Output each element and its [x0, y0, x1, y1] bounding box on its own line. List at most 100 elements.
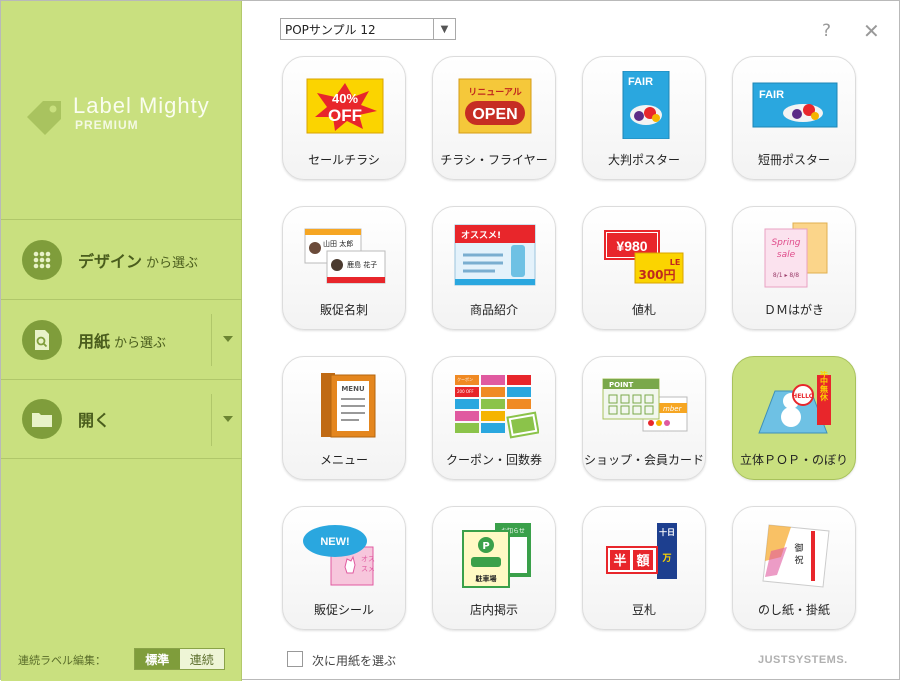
price-tag-icon: ¥980 LE 300円 — [604, 230, 684, 284]
svg-text:御: 御 — [794, 542, 803, 554]
tile-caption: 値札 — [631, 303, 656, 317]
tile-sticker[interactable]: オス スメ NEW! 販促シール — [282, 506, 406, 630]
store-notice-icon: お知らせ P 駐車場 — [462, 523, 531, 588]
sidebar: Label Mighty PREMIUM デザイン から選ぶ 用紙 から選ぶ 開… — [1, 1, 242, 681]
product-intro-icon: オススメ! — [454, 224, 536, 286]
chevron-down-icon[interactable]: ▼ — [433, 19, 455, 39]
nav-open[interactable]: 開く — [1, 379, 242, 459]
close-button[interactable]: ✕ — [863, 19, 880, 43]
nav-paper-divider — [211, 314, 212, 366]
tile-member-card[interactable]: mber POINT ショップ・会員カード — [582, 356, 706, 480]
svg-text:リニューアル: リニューアル — [468, 87, 522, 98]
svg-text:OPEN: OPEN — [472, 106, 517, 123]
svg-text:Spring: Spring — [771, 238, 800, 248]
svg-text:スメ: スメ — [361, 565, 375, 573]
paper-search-icon — [22, 319, 62, 360]
tile-caption: 大判ポスター — [607, 153, 680, 167]
app-edition: PREMIUM — [75, 118, 139, 132]
tile-coupon[interactable]: クーポン 200 OFF クーポン・回数券 — [432, 356, 556, 480]
mode-toggle: 標準 連続 — [134, 648, 225, 670]
tile-caption: 販促名刺 — [319, 303, 368, 317]
svg-text:8/1 ▸ 8/8: 8/1 ▸ 8/8 — [773, 272, 799, 279]
business-card-icon: 山田 太郎 鹿島 花子 — [304, 228, 386, 284]
svg-text:祝: 祝 — [794, 554, 803, 566]
nav-paper-dropdown-icon[interactable] — [223, 336, 233, 342]
tile-caption: ＤＭはがき — [763, 303, 824, 317]
svg-text:HELLO: HELLO — [792, 393, 814, 400]
svg-text:十日: 十日 — [659, 527, 675, 537]
nav-open-dropdown-icon[interactable] — [223, 416, 233, 422]
svg-text:sale: sale — [777, 250, 796, 260]
svg-text:300円: 300円 — [638, 268, 675, 282]
nav-design[interactable]: デザイン から選ぶ — [1, 219, 242, 299]
tile-store-notice[interactable]: お知らせ P 駐車場 店内掲示 — [432, 506, 556, 630]
svg-text:年中無休: 年中無休 — [819, 371, 829, 402]
next-paper-label[interactable]: 次に用紙を選ぶ — [312, 652, 396, 669]
tile-caption: ショップ・会員カード — [583, 453, 704, 467]
tile-caption: のし紙・掛紙 — [757, 603, 830, 617]
tile-caption: 販促シール — [313, 603, 374, 617]
menu-icon: MENU — [321, 373, 376, 438]
tile-caption: メニュー — [319, 453, 368, 467]
tile-large-poster[interactable]: FAIR 大判ポスター — [582, 56, 706, 180]
noshi-icon: 御 祝 — [762, 524, 830, 588]
tile-small-tag[interactable]: 十日 万 半 額 豆札 — [582, 506, 706, 630]
nav-open-divider — [211, 394, 212, 446]
nav-paper-label: 用紙 から選ぶ — [78, 331, 167, 351]
tile-caption: 豆札 — [631, 603, 656, 617]
sample-select-value: POPサンプル 12 — [285, 22, 376, 37]
tile-standing-pop[interactable]: HELLO 年中無休 立体ＰＯＰ・のぼり — [732, 356, 856, 480]
flyer-icon: リニューアル OPEN — [458, 78, 532, 134]
svg-text:山田 太郎: 山田 太郎 — [323, 239, 353, 248]
tile-flyer[interactable]: リニューアル OPEN チラシ・フライヤー — [432, 56, 556, 180]
svg-text:クーポン: クーポン — [457, 376, 473, 382]
nav-design-label: デザイン から選ぶ — [78, 251, 199, 271]
tile-menu[interactable]: MENU メニュー — [282, 356, 406, 480]
svg-text:オススメ!: オススメ! — [461, 230, 501, 241]
svg-text:NEW!: NEW! — [320, 536, 349, 548]
dm-postcard-icon: Spring sale 8/1 ▸ 8/8 — [764, 222, 828, 288]
svg-text:mber: mber — [663, 405, 683, 413]
vendor-logo: JUSTSYSTEMS. — [758, 654, 848, 666]
svg-text:P: P — [482, 541, 489, 552]
tile-caption: クーポン・回数券 — [445, 453, 542, 467]
mode-standard-button[interactable]: 標準 — [135, 649, 180, 669]
tile-noshi[interactable]: 御 祝 のし紙・掛紙 — [732, 506, 856, 630]
strip-poster-icon: FAIR — [752, 82, 838, 128]
svg-text:FAIR: FAIR — [759, 89, 784, 101]
tile-caption: 商品紹介 — [469, 303, 518, 317]
help-button[interactable]: ? — [822, 21, 831, 41]
tile-product-intro[interactable]: オススメ! 商品紹介 — [432, 206, 556, 330]
member-card-icon: mber POINT — [602, 378, 688, 432]
main-window: Label Mighty PREMIUM デザイン から選ぶ 用紙 から選ぶ 開… — [0, 0, 900, 681]
nav-paper[interactable]: 用紙 から選ぶ — [1, 299, 242, 379]
tile-dm-postcard[interactable]: Spring sale 8/1 ▸ 8/8 ＤＭはがき — [732, 206, 856, 330]
tile-sale-flyer[interactable]: 40% OFF セールチラシ — [282, 56, 406, 180]
next-paper-checkbox[interactable] — [287, 651, 303, 667]
svg-text:額: 額 — [635, 553, 649, 569]
sample-select[interactable]: POPサンプル 12 ▼ — [280, 18, 456, 40]
tile-price-tag[interactable]: ¥980 LE 300円 値札 — [582, 206, 706, 330]
small-tag-icon: 十日 万 半 額 — [606, 523, 677, 579]
svg-text:LE: LE — [670, 258, 681, 267]
svg-text:MENU: MENU — [341, 385, 365, 393]
svg-text:200 OFF: 200 OFF — [457, 389, 474, 394]
sale-flyer-icon: 40% OFF — [306, 78, 384, 134]
svg-text:半: 半 — [613, 553, 626, 569]
mode-continuous-button[interactable]: 連続 — [180, 649, 225, 669]
grid-icon — [22, 239, 62, 280]
tile-caption: チラシ・フライヤー — [440, 153, 548, 167]
coupon-icon: クーポン 200 OFF — [455, 375, 539, 439]
tag-logo-icon — [27, 101, 61, 135]
svg-text:FAIR: FAIR — [628, 76, 653, 88]
tile-strip-poster[interactable]: FAIR 短冊ポスター — [732, 56, 856, 180]
nav-open-label: 開く — [78, 411, 111, 430]
svg-text:OFF: OFF — [328, 106, 362, 125]
tile-business-card[interactable]: 山田 太郎 鹿島 花子 販促名刺 — [282, 206, 406, 330]
svg-text:万: 万 — [661, 553, 671, 564]
large-poster-icon: FAIR — [622, 71, 670, 139]
folder-icon — [22, 399, 62, 439]
svg-text:鹿島 花子: 鹿島 花子 — [347, 260, 377, 269]
tile-caption: 立体ＰＯＰ・のぼり — [739, 453, 848, 467]
svg-text:40%: 40% — [332, 91, 358, 106]
